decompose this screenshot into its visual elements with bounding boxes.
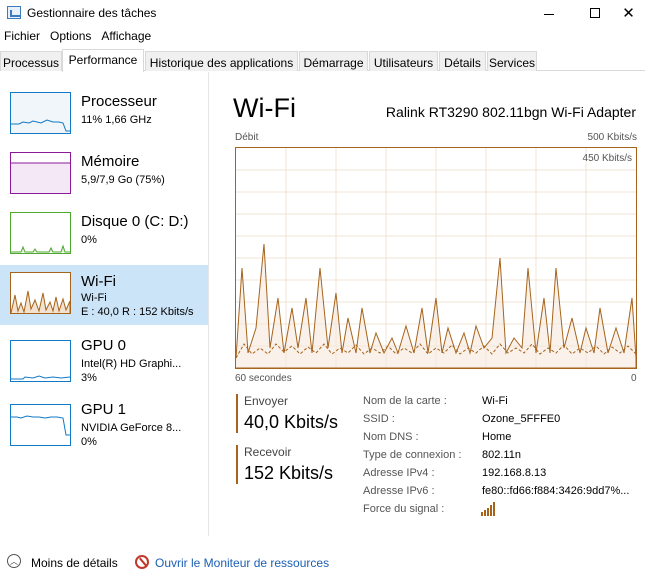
memory-thumbnail <box>10 152 71 194</box>
less-details-link[interactable]: Moins de détails <box>31 556 118 570</box>
footer: ︿ Moins de détails Ouvrir le Moniteur de… <box>0 548 645 577</box>
graph-label-throughput: Débit <box>235 132 259 143</box>
tab-bar: Processus Performance Historique des app… <box>0 49 645 72</box>
throughput-graph-svg <box>235 148 637 369</box>
throughput-graph: 450 Kbits/s <box>235 147 637 369</box>
tab-services[interactable]: Services <box>487 51 537 71</box>
menu-fichier[interactable]: Fichier <box>0 27 45 47</box>
gpu1-thumbnail <box>10 404 71 446</box>
sidebar-item-detail: Intel(R) HD Graphi... <box>81 358 182 370</box>
sidebar-item-label: Processeur <box>81 93 157 110</box>
gpu1-mini-graph <box>11 415 70 436</box>
page-title: Wi-Fi <box>233 93 296 123</box>
prop-label-ssid: SSID : <box>363 413 395 425</box>
maximize-icon <box>590 8 600 18</box>
close-button[interactable]: ✕ <box>612 0 645 26</box>
cpu-thumbnail <box>10 92 71 134</box>
send-label: Envoyer <box>244 394 289 408</box>
minimize-button[interactable] <box>526 0 572 26</box>
graph-label-max: 500 Kbits/s <box>587 132 637 143</box>
gpu0-mini-graph <box>11 375 71 380</box>
tab-historique[interactable]: Historique des applications <box>145 51 298 71</box>
prop-value-adapter: Wi-Fi <box>482 395 508 407</box>
menu-bar: Fichier Options Affichage <box>0 27 157 47</box>
memory-mini-graph <box>11 162 70 193</box>
sidebar-item-detail-2: 0% <box>81 436 97 448</box>
chevron-up-icon[interactable]: ︿ <box>7 554 21 568</box>
menu-options[interactable]: Options <box>46 27 96 47</box>
sidebar-item-gpu0[interactable]: GPU 0 Intel(R) HD Graphi... 3% <box>0 333 208 393</box>
cpu-mini-graph <box>11 119 70 132</box>
gpu0-thumbnail <box>10 340 71 382</box>
sidebar-item-detail: 11% 1,66 GHz <box>81 114 152 126</box>
sidebar-item-label: GPU 0 <box>81 337 127 354</box>
sidebar-item-gpu1[interactable]: GPU 1 NVIDIA GeForce 8... 0% <box>0 397 208 457</box>
tab-utilisateurs[interactable]: Utilisateurs <box>369 51 438 71</box>
prop-label-adapter: Nom de la carte : <box>363 395 447 407</box>
receive-value: 152 Kbits/s <box>244 463 334 483</box>
wifi-thumbnail <box>10 272 71 314</box>
sidebar-item-processeur[interactable]: Processeur 11% 1,66 GHz <box>0 85 208 145</box>
prop-value-ipv6: fe80::fd66:f884:3426:9dd7%... <box>482 485 630 497</box>
signal-strength-icon <box>481 502 497 519</box>
window-title: Gestionnaire des tâches <box>27 6 157 20</box>
prop-value-ssid: Ozone_5FFFE0 <box>482 413 561 425</box>
graph-label-time: 60 secondes <box>235 373 292 384</box>
task-manager-icon <box>7 6 21 19</box>
send-value: 40,0 Kbits/s <box>244 412 339 432</box>
sidebar-item-label: Disque 0 (C: D:) <box>81 213 189 230</box>
sidebar-item-detail: NVIDIA GeForce 8... <box>81 422 182 434</box>
open-resource-monitor-link[interactable]: Ouvrir le Moniteur de ressources <box>155 556 329 570</box>
sidebar-item-wifi[interactable]: Wi-Fi Wi-Fi E : 40,0 R : 152 Kbits/s <box>0 265 208 325</box>
resource-monitor-icon[interactable] <box>135 555 149 569</box>
menu-affichage[interactable]: Affichage <box>97 27 156 47</box>
prop-value-ipv4: 192.168.8.13 <box>482 467 547 479</box>
wifi-mini-graph <box>10 290 71 314</box>
sidebar-item-disque[interactable]: Disque 0 (C: D:) 0% <box>0 205 208 265</box>
close-icon: ✕ <box>622 4 635 22</box>
prop-label-ipv4: Adresse IPv4 : <box>363 467 435 479</box>
prop-label-connection-type: Type de connexion : <box>363 449 462 461</box>
tab-demarrage[interactable]: Démarrage <box>299 51 368 71</box>
resource-sidebar: Processeur 11% 1,66 GHz Mémoire 5,9/7,9 … <box>0 72 209 536</box>
sidebar-item-detail-2: E : 40,0 R : 152 Kbits/s <box>81 306 194 318</box>
receive-label: Recevoir <box>244 445 292 459</box>
sidebar-item-label: GPU 1 <box>81 401 127 418</box>
prop-label-ipv6: Adresse IPv6 : <box>363 485 435 497</box>
sidebar-item-detail-2: 3% <box>81 372 97 384</box>
sidebar-item-detail: 0% <box>81 234 97 246</box>
graph-label-inner-max: 450 Kbits/s <box>582 153 632 164</box>
prop-label-dns: Nom DNS : <box>363 431 419 443</box>
send-stat: Envoyer 40,0 Kbits/s <box>236 394 338 433</box>
sidebar-item-detail: 5,9/7,9 Go (75%) <box>81 174 165 186</box>
tab-performance[interactable]: Performance <box>62 49 144 72</box>
sidebar-item-label: Mémoire <box>81 153 140 170</box>
adapter-name: Ralink RT3290 802.11bgn Wi-Fi Adapter <box>385 104 636 120</box>
tab-processus[interactable]: Processus <box>0 51 62 71</box>
prop-value-connection-type: 802.11n <box>482 449 521 461</box>
receive-stat: Recevoir 152 Kbits/s <box>236 445 333 484</box>
prop-label-signal: Force du signal : <box>363 503 445 515</box>
graph-label-zero: 0 <box>631 373 637 384</box>
prop-value-dns: Home <box>482 431 512 443</box>
minimize-icon <box>544 13 554 15</box>
title-bar: Gestionnaire des tâches ✕ <box>0 0 645 26</box>
sidebar-item-detail: Wi-Fi <box>81 292 107 304</box>
disk-mini-graph <box>11 244 70 253</box>
sidebar-item-label: Wi-Fi <box>81 273 116 290</box>
tab-details[interactable]: Détails <box>439 51 486 71</box>
disk-thumbnail <box>10 212 71 254</box>
sidebar-item-memoire[interactable]: Mémoire 5,9/7,9 Go (75%) <box>0 145 208 205</box>
